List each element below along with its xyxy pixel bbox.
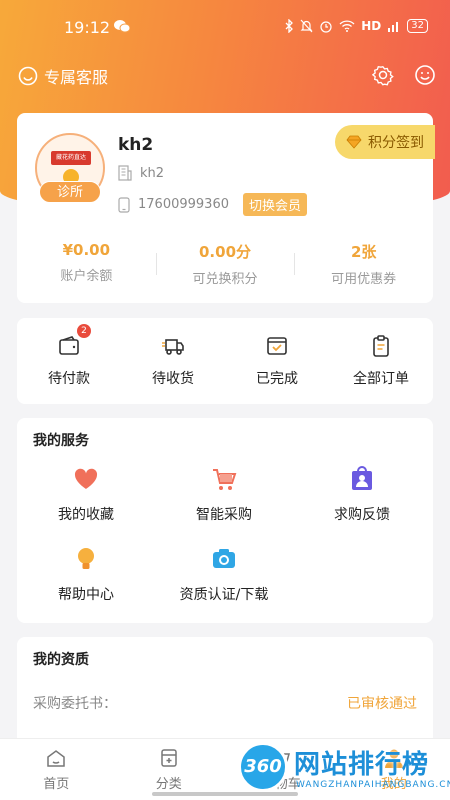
truck-icon xyxy=(162,339,184,355)
camera-icon xyxy=(213,549,235,568)
stat-points[interactable]: 0.00分 可兑换积分 xyxy=(155,237,295,287)
phone-row: 17600999360 切换会员 xyxy=(118,193,307,216)
switch-member-button[interactable]: 切换会员 xyxy=(242,193,307,216)
stat-balance[interactable]: ¥0.00 账户余额 xyxy=(17,237,156,287)
stat-label: 可兑换积分 xyxy=(192,272,258,287)
service-help-center[interactable]: 帮助中心 xyxy=(17,546,155,604)
home-icon xyxy=(47,750,65,767)
order-label: 已完成 xyxy=(256,371,298,387)
mute-bell-icon xyxy=(300,19,313,33)
customer-service-button[interactable]: 专属客服 xyxy=(18,64,108,88)
category-icon xyxy=(161,749,177,767)
network-type: HD xyxy=(361,19,382,33)
stat-value: ¥0.00 xyxy=(62,241,111,259)
service-purchase-feedback[interactable]: 求购反馈 xyxy=(293,466,431,524)
stat-label: 可用优惠券 xyxy=(331,272,397,287)
orders-card: 2 待付款 待收货 已完成 全部订单 xyxy=(17,318,433,404)
building-icon xyxy=(118,165,132,181)
tab-label: 分类 xyxy=(155,777,182,792)
service-label: 我的收藏 xyxy=(58,507,114,523)
status-bar: 19:12 HD 32 xyxy=(0,0,450,56)
wifi-icon xyxy=(339,20,355,32)
services-card: 我的服务 我的收藏 智能采购 求购反馈 帮助中心 资质认证/下载 xyxy=(17,418,433,623)
service-favorites[interactable]: 我的收藏 xyxy=(17,466,155,524)
qualification-key: 采购委托书： xyxy=(33,696,117,712)
profile-card: 藏花药直达 诊所 kh2 kh2 17600999360 切换会员 积分签到 ¥… xyxy=(17,113,435,303)
check-box-icon xyxy=(267,337,287,355)
clipboard-icon xyxy=(373,335,389,357)
service-label: 智能采购 xyxy=(196,507,252,523)
watermark-badge: 360 xyxy=(238,742,288,792)
service-qualification[interactable]: 资质认证/下载 xyxy=(155,546,293,604)
bulb-icon xyxy=(78,548,94,569)
status-time: 19:12 xyxy=(64,18,111,37)
stat-label: 账户余额 xyxy=(60,269,113,284)
smiley-icon xyxy=(18,66,38,86)
heart-icon xyxy=(74,468,98,489)
service-smart-purchase[interactable]: 智能采购 xyxy=(155,466,293,524)
points-signin-label: 积分签到 xyxy=(368,135,424,151)
username: kh2 xyxy=(118,135,154,155)
clinic-tag: 诊所 xyxy=(39,181,101,203)
order-pending-receipt[interactable]: 待收货 xyxy=(121,318,225,404)
account-stats: ¥0.00 账户余额 0.00分 可兑换积分 2张 可用优惠券 xyxy=(17,237,433,287)
order-label: 全部订单 xyxy=(353,371,409,387)
service-label: 求购反馈 xyxy=(334,507,390,523)
wechat-icon xyxy=(114,20,130,33)
tab-home[interactable]: 首页 xyxy=(0,739,113,800)
stat-coupons[interactable]: 2张 可用优惠券 xyxy=(294,237,433,287)
avatar-sign-text: 藏花药直达 xyxy=(51,151,91,165)
message-smile-icon[interactable] xyxy=(414,64,436,86)
wallet-icon xyxy=(59,336,79,355)
home-indicator xyxy=(152,792,298,796)
battery-level: 32 xyxy=(407,19,428,33)
org-row: kh2 xyxy=(118,165,164,181)
order-label: 待收货 xyxy=(152,371,194,387)
qualification-title: 我的资质 xyxy=(33,652,89,668)
order-completed[interactable]: 已完成 xyxy=(225,318,329,404)
tab-label: 首页 xyxy=(43,777,70,792)
services-title: 我的服务 xyxy=(33,433,89,449)
watermark: 360 网站排行榜 WANGZHANPAIHANGBANG.CN xyxy=(238,738,450,796)
qualification-status: 已审核通过 xyxy=(347,696,417,712)
watermark-subtitle: WANGZHANPAIHANGBANG.CN xyxy=(296,780,450,790)
stat-value: 0.00分 xyxy=(199,243,252,261)
alarm-icon xyxy=(320,21,332,33)
qualification-row[interactable]: 采购委托书： 已审核通过 xyxy=(33,693,417,713)
service-label: 帮助中心 xyxy=(58,587,114,603)
services-grid: 我的收藏 智能采购 求购反馈 帮助中心 资质认证/下载 xyxy=(17,466,433,604)
tab-category[interactable]: 分类 xyxy=(113,739,226,800)
diamond-icon xyxy=(346,135,362,149)
order-pending-payment[interactable]: 2 待付款 xyxy=(17,318,121,404)
service-label: 资质认证/下载 xyxy=(179,587,269,603)
org-name: kh2 xyxy=(140,165,165,181)
cart-icon xyxy=(213,469,237,490)
feedback-bag-icon xyxy=(352,466,372,490)
points-signin-button[interactable]: 积分签到 xyxy=(335,125,435,159)
pending-payment-badge: 2 xyxy=(77,324,91,338)
order-all[interactable]: 全部订单 xyxy=(329,318,433,404)
phone-number: 17600999360 xyxy=(138,197,229,212)
stat-value: 2张 xyxy=(350,243,377,261)
bluetooth-icon xyxy=(285,19,294,33)
phone-icon xyxy=(118,196,130,213)
status-icons: HD 32 xyxy=(284,19,428,33)
gear-icon[interactable] xyxy=(372,64,394,86)
customer-service-label: 专属客服 xyxy=(44,68,109,87)
signal-icon xyxy=(388,22,399,32)
order-label: 待付款 xyxy=(48,371,90,387)
watermark-title: 网站排行榜 xyxy=(294,750,430,780)
top-bar: 专属客服 xyxy=(0,60,450,90)
